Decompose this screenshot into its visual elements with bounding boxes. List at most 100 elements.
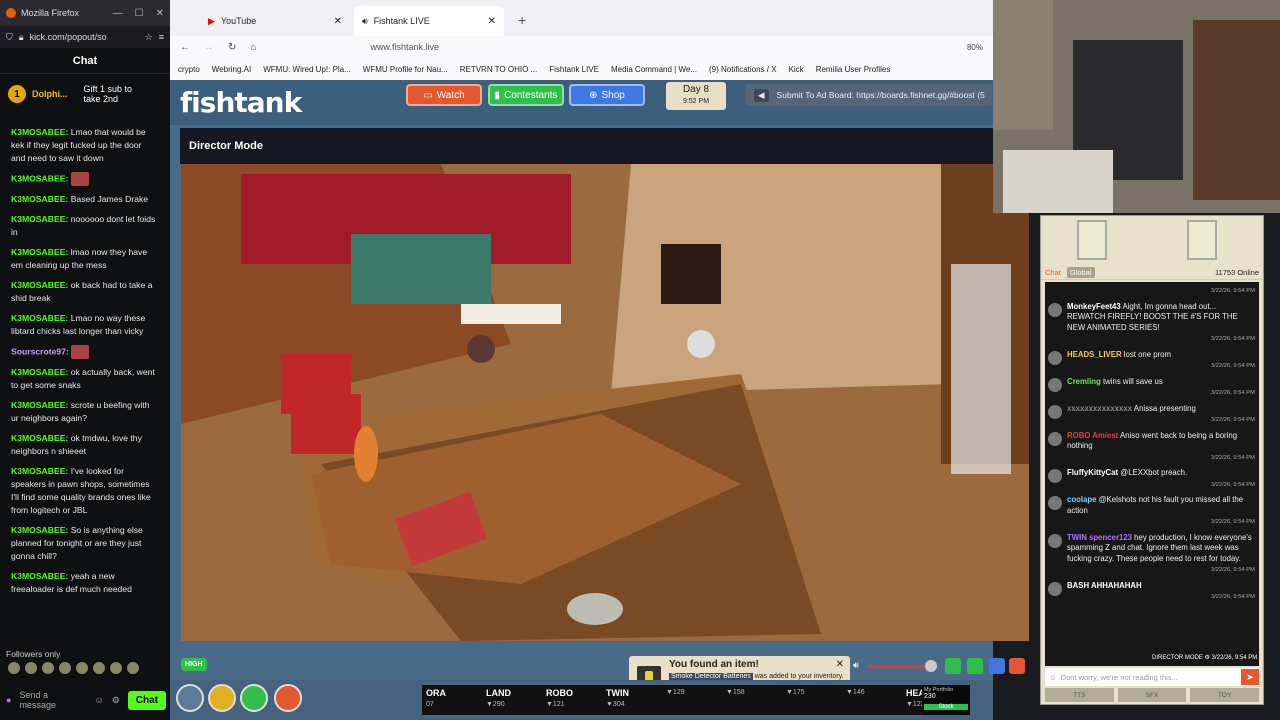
contestant-card[interactable] (1077, 220, 1107, 260)
avatar[interactable] (1048, 431, 1062, 446)
ticker-item[interactable]: ORA 07 (426, 687, 470, 713)
close-tab-icon[interactable]: ✕ (488, 16, 496, 27)
cam-grid-button[interactable] (945, 658, 961, 674)
main-url[interactable]: www.fishtank.live (370, 42, 439, 52)
back-icon[interactable]: ← (180, 42, 190, 53)
pinned-gifter[interactable]: 1 Dolphi... Gift 1 sub to take 2nd (0, 74, 170, 114)
bookmark-item[interactable]: Media Command | We... (611, 65, 697, 74)
contestant-card[interactable] (1187, 220, 1217, 260)
kick-chat-button[interactable]: Chat (127, 690, 166, 710)
toast-close-icon[interactable]: ✕ (836, 660, 844, 670)
avatar[interactable] (1048, 377, 1062, 392)
new-tab-icon[interactable]: + (508, 12, 536, 36)
kick-username[interactable]: Sourscrote97: (11, 346, 69, 356)
fullscreen-button[interactable] (989, 658, 1005, 674)
menu-icon[interactable]: ≡ (159, 32, 164, 42)
zoom-level[interactable]: 80% (967, 43, 983, 52)
cam-pip-button[interactable] (967, 658, 983, 674)
emoji-icon[interactable]: ☺ (1049, 673, 1057, 682)
avatar[interactable] (1048, 496, 1062, 510)
ticker-item[interactable]: LAND ▼290 (486, 687, 530, 713)
fishtank-username[interactable]: xxxxxxxxxxxxxxx (1067, 404, 1132, 413)
avatar[interactable] (1048, 404, 1062, 419)
kick-username[interactable]: K3MOSABEE: (11, 466, 68, 476)
close-tab-icon[interactable]: ✕ (334, 16, 342, 27)
settings-button[interactable] (176, 684, 204, 712)
contestants-button[interactable]: ▮ Contestants (488, 84, 564, 106)
kick-username[interactable]: K3MOSABEE: (11, 247, 68, 257)
ticker-item[interactable]: ROBO ▼121 (546, 687, 590, 713)
ticker-item[interactable]: ▼146 (846, 687, 890, 713)
tts-button[interactable]: TTS (1045, 688, 1114, 702)
kick-username[interactable]: K3MOSABEE: (11, 173, 68, 183)
fishtank-username[interactable]: BASH AHHAHAHAH (1067, 581, 1142, 590)
mic-icon[interactable]: ● (6, 695, 11, 705)
back-arrow-icon[interactable]: ◀ (754, 88, 769, 102)
ticker-item[interactable]: ▼175 (786, 687, 830, 713)
toy-button[interactable]: TOY (1190, 688, 1260, 702)
ticker-item[interactable]: ▼158 (726, 687, 770, 713)
record-button[interactable] (1009, 658, 1025, 674)
watch-button[interactable]: ▭ Watch (406, 84, 482, 106)
stock-button[interactable]: Stock (924, 704, 968, 710)
kick-username[interactable]: K3MOSABEE: (11, 280, 68, 290)
inventory-button[interactable] (240, 684, 268, 712)
bookmark-item[interactable]: Kick (789, 65, 804, 74)
fishtank-chat-input[interactable]: ☺ Dont worry, we're not reading this... … (1045, 668, 1259, 686)
avatar[interactable] (1048, 533, 1062, 548)
fishtank-username[interactable]: TWIN spencer123 (1067, 533, 1132, 542)
bookmark-item[interactable]: crypto (178, 65, 200, 74)
sfx-button[interactable]: SFX (1117, 688, 1187, 702)
avatar[interactable] (1048, 581, 1062, 596)
reload-icon[interactable]: ↻ (228, 42, 236, 53)
items-button[interactable] (274, 684, 302, 712)
tab-fishtank[interactable]: 🔊︎ Fishtank LIVE ✕ (354, 6, 504, 36)
global-tab[interactable]: Global (1066, 267, 1095, 278)
fishtank-username[interactable]: Cremling (1067, 377, 1101, 386)
fishtank-username[interactable]: coolape (1067, 495, 1096, 504)
kick-username[interactable]: K3MOSABEE: (11, 127, 68, 137)
fishtank-username[interactable]: FluffyKittyCat (1067, 468, 1118, 477)
forward-icon[interactable]: → (204, 42, 214, 53)
bookmark-item[interactable]: WFMU Profile for Nau... (363, 65, 448, 74)
kick-username[interactable]: K3MOSABEE: (11, 367, 68, 377)
kick-username[interactable]: K3MOSABEE: (11, 525, 68, 535)
fishtank-logo[interactable]: fishtank (180, 86, 302, 119)
close-icon[interactable]: ✕ (156, 8, 164, 19)
ticker-item[interactable]: TWIN ▼304 (606, 687, 650, 713)
kick-username[interactable]: K3MOSABEE: (11, 313, 68, 323)
quality-badge[interactable]: HIGH (181, 658, 207, 671)
emote-icon[interactable]: ☺ (94, 695, 103, 705)
avatar[interactable] (1048, 469, 1062, 483)
ticker-item[interactable]: ▼129 (666, 687, 710, 713)
fishtank-username[interactable]: MonkeyFeet43 (1067, 302, 1121, 311)
bookmark-item[interactable]: Fishtank LIVE (549, 65, 599, 74)
tab-youtube[interactable]: ▶ YouTube ✕ (200, 6, 350, 36)
volume-slider[interactable] (867, 665, 931, 668)
avatar[interactable] (1048, 350, 1062, 365)
fishtank-username[interactable]: ROBO Amiest (1067, 431, 1118, 440)
fishtank-username[interactable]: HEADS_LIVER (1067, 350, 1122, 359)
bookmark-item[interactable]: Webring.AI (212, 65, 251, 74)
kick-username[interactable]: K3MOSABEE: (11, 400, 68, 410)
avatar[interactable] (1048, 302, 1062, 317)
kick-url-bar[interactable]: ⛉ 🔒︎ kick.com/popout/so ☆ ≡ (0, 26, 170, 48)
bookmark-item[interactable]: RETVRN TO OHIO ... (460, 65, 538, 74)
shop-button[interactable]: ⊕ Shop (569, 84, 645, 106)
home-icon[interactable]: ⌂ (250, 42, 256, 53)
minimize-icon[interactable]: — (113, 8, 123, 19)
send-message-input[interactable]: Send a message (19, 690, 86, 710)
camera-feed[interactable] (181, 164, 1029, 641)
maximize-icon[interactable]: ☐ (135, 8, 144, 19)
ad-board[interactable]: ◀ Submit To Ad Board: https://boards.fish… (746, 84, 992, 106)
volume-icon[interactable]: 🔊︎ (853, 660, 859, 671)
volume-knob[interactable] (925, 660, 937, 672)
chat-tab[interactable]: Chat (1045, 268, 1061, 277)
bookmark-item[interactable]: WFMU: Wired Up!: Pla... (263, 65, 351, 74)
settings-icon[interactable]: ⚙ (112, 695, 120, 706)
kick-username[interactable]: K3MOSABEE: (11, 214, 68, 224)
kick-username[interactable]: K3MOSABEE: (11, 433, 68, 443)
send-icon[interactable]: ➤ (1241, 669, 1259, 685)
bookmark-item[interactable]: Remilia User Profiles (816, 65, 891, 74)
stock-ticker[interactable]: ORA 07 LAND ▼290 ROBO ▼121 TWIN ▼304 ▼129 ▼158 ▼17… (422, 685, 970, 715)
